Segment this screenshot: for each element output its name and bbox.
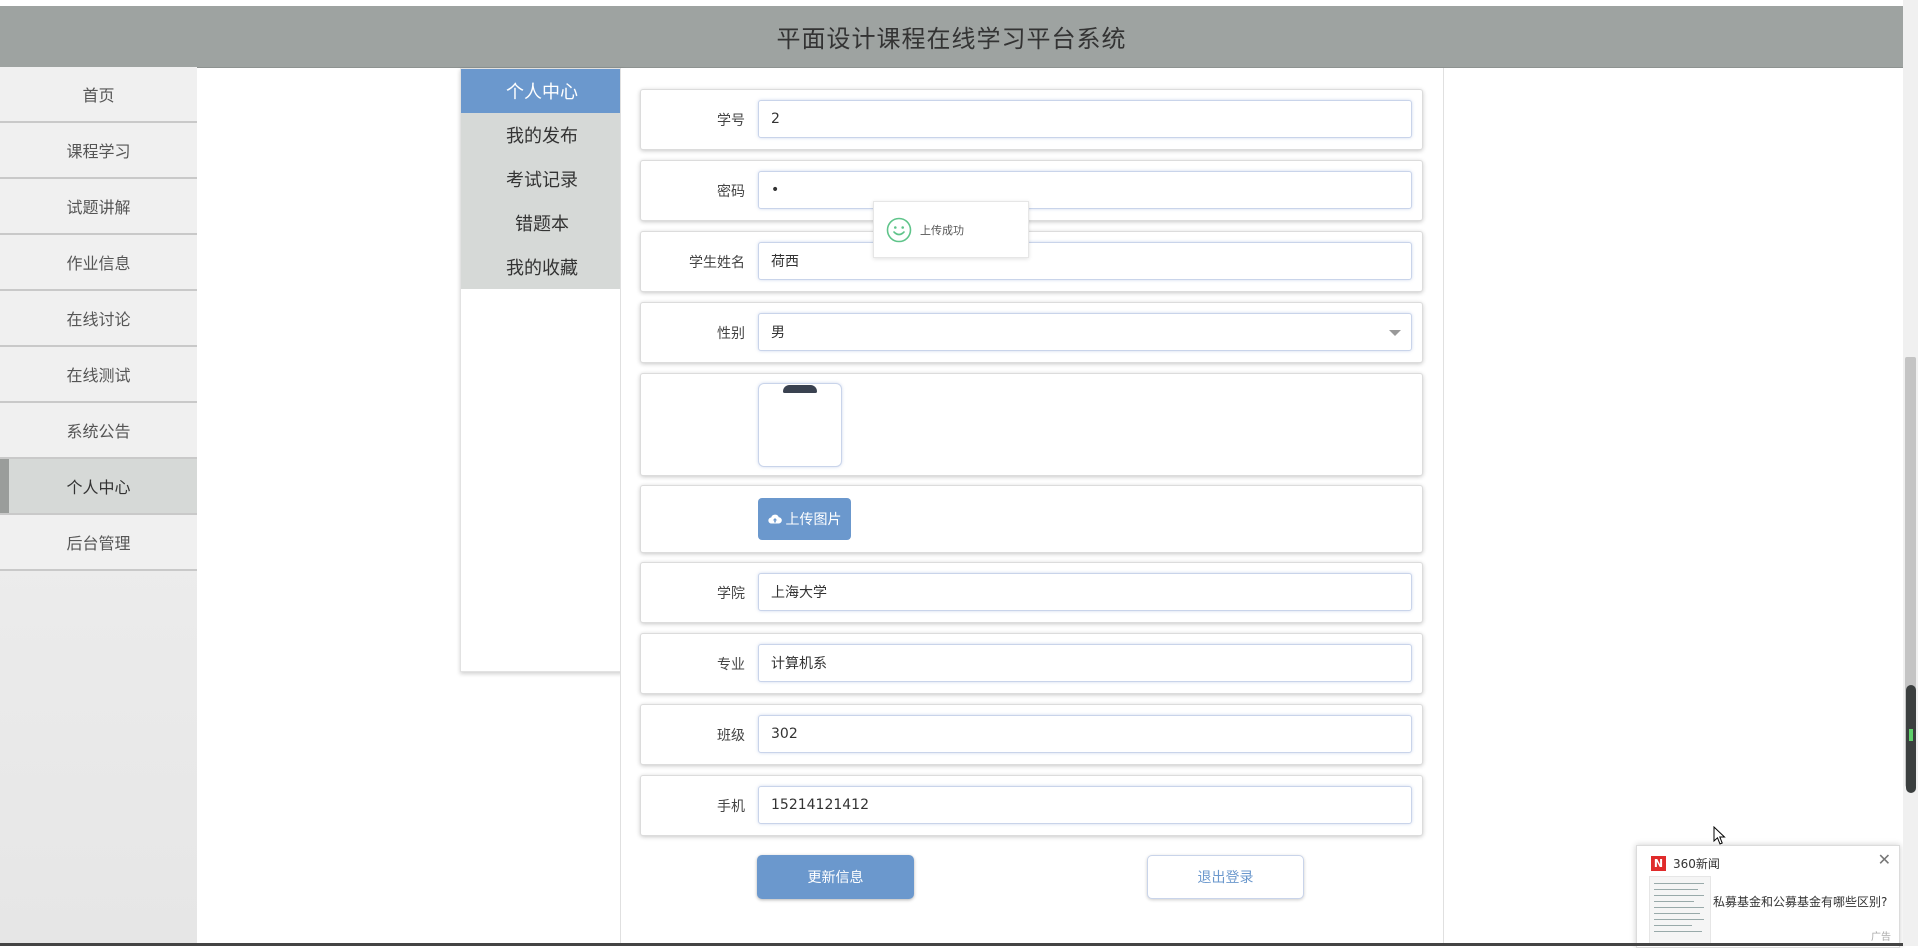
page-title: 平面设计课程在线学习平台系统 xyxy=(776,25,1127,53)
password-input[interactable]: • xyxy=(758,171,1412,209)
student-name-label: 学生姓名 xyxy=(689,254,745,271)
ad-label: 广告 xyxy=(1871,932,1891,943)
sidebar-item-online-test[interactable]: 在线测试 xyxy=(0,347,197,403)
phone-label: 手机 xyxy=(717,798,745,815)
major-label: 专业 xyxy=(717,656,745,673)
menu-item-label: 考试记录 xyxy=(506,170,578,191)
sidebar-item-label: 系统公告 xyxy=(66,422,131,441)
news-source: 360新闻 xyxy=(1673,857,1720,871)
gender-selected-value: 男 xyxy=(771,325,785,341)
gender-select[interactable]: 男 xyxy=(758,313,1412,351)
class-label: 班级 xyxy=(717,727,745,744)
cloud-upload-icon xyxy=(767,514,782,524)
sidebar-item-label: 后台管理 xyxy=(66,534,131,553)
upload-button-label: 上传图片 xyxy=(785,512,842,528)
student-id-label: 学号 xyxy=(717,112,745,129)
news-thumbnail[interactable] xyxy=(1649,876,1711,944)
upload-image-button[interactable]: 上传图片 xyxy=(758,498,851,540)
close-icon[interactable]: ✕ xyxy=(1878,850,1891,869)
menu-item-label: 我的发布 xyxy=(506,126,578,147)
sidebar-item-label: 在线讨论 xyxy=(66,310,131,329)
major-input[interactable]: 计算机系 xyxy=(758,644,1412,682)
password-label: 密码 xyxy=(717,183,745,200)
sidebar: 首页 课程学习 试题讲解 作业信息 在线讨论 在线测试 系统公告 个人中心 后台… xyxy=(0,67,197,946)
menu-item-label: 错题本 xyxy=(515,214,569,235)
upload-success-toast: 上传成功 xyxy=(873,201,1029,258)
sidebar-item-exam-explanation[interactable]: 试题讲解 xyxy=(0,179,197,235)
news-logo-icon: N xyxy=(1651,856,1666,871)
smile-icon xyxy=(886,217,912,242)
menu-item-label: 我的收藏 xyxy=(506,258,578,279)
student-id-input[interactable]: 2 xyxy=(758,100,1412,138)
menu-item-wrong-questions[interactable]: 错题本 xyxy=(461,201,623,245)
sidebar-item-personal-center[interactable]: 个人中心 xyxy=(0,459,197,515)
news-headline[interactable]: 私募基金和公募基金有哪些区别? xyxy=(1713,893,1887,910)
form-row-college: 学院 上海大学 xyxy=(640,562,1423,623)
sidebar-item-label: 个人中心 xyxy=(66,478,131,497)
sidebar-item-label: 在线测试 xyxy=(66,366,131,385)
gender-label: 性别 xyxy=(717,325,745,342)
news-popup[interactable]: N 360新闻 ✕ 私募基金和公募基金有哪些区别? 广告 xyxy=(1636,845,1900,948)
form-row-gender: 性别 男 xyxy=(640,302,1423,363)
sidebar-item-label: 首页 xyxy=(82,86,115,105)
mouse-cursor-icon xyxy=(1713,826,1726,845)
update-info-button[interactable]: 更新信息 xyxy=(757,855,914,899)
form-row-major: 专业 计算机系 xyxy=(640,633,1423,694)
personal-center-menu: 个人中心 我的发布 考试记录 错题本 我的收藏 xyxy=(460,68,624,672)
sidebar-item-home[interactable]: 首页 xyxy=(0,67,197,123)
page-header: 平面设计课程在线学习平台系统 xyxy=(0,6,1903,68)
college-label: 学院 xyxy=(717,585,745,602)
sidebar-item-discussion[interactable]: 在线讨论 xyxy=(0,291,197,347)
sidebar-item-label: 试题讲解 xyxy=(66,198,131,217)
avatar-preview[interactable] xyxy=(758,383,842,467)
menu-item-label: 个人中心 xyxy=(506,82,578,103)
class-input[interactable]: 302 xyxy=(758,715,1412,753)
phone-input[interactable]: 15214121412 xyxy=(758,786,1412,824)
menu-item-exam-records[interactable]: 考试记录 xyxy=(461,157,623,201)
sidebar-item-admin[interactable]: 后台管理 xyxy=(0,515,197,571)
logout-button[interactable]: 退出登录 xyxy=(1147,855,1304,899)
form-row-student-id: 学号 2 xyxy=(640,89,1423,150)
menu-item-favorites[interactable]: 我的收藏 xyxy=(461,245,623,289)
menu-item-my-posts[interactable]: 我的发布 xyxy=(461,113,623,157)
form-row-class: 班级 302 xyxy=(640,704,1423,765)
sidebar-item-homework[interactable]: 作业信息 xyxy=(0,235,197,291)
sidebar-item-label: 课程学习 xyxy=(66,142,131,161)
toast-message: 上传成功 xyxy=(920,223,964,237)
sidebar-item-label: 作业信息 xyxy=(66,254,131,273)
form-row-avatar xyxy=(640,373,1423,476)
menu-item-personal-center[interactable]: 个人中心 xyxy=(461,69,623,113)
sidebar-item-course-study[interactable]: 课程学习 xyxy=(0,123,197,179)
sidebar-item-announcements[interactable]: 系统公告 xyxy=(0,403,197,459)
form-row-phone: 手机 15214121412 xyxy=(640,775,1423,836)
scroll-widget-indicator xyxy=(1909,729,1913,741)
form-row-upload: 上传图片 xyxy=(640,485,1423,553)
student-name-input[interactable]: 荷西 xyxy=(758,242,1412,280)
avatar-image-fragment xyxy=(783,385,817,393)
chevron-down-icon xyxy=(1389,330,1401,336)
form-row-student-name: 学生姓名 荷西 xyxy=(640,231,1423,292)
college-input[interactable]: 上海大学 xyxy=(758,573,1412,611)
form-row-password: 密码 • xyxy=(640,160,1423,221)
